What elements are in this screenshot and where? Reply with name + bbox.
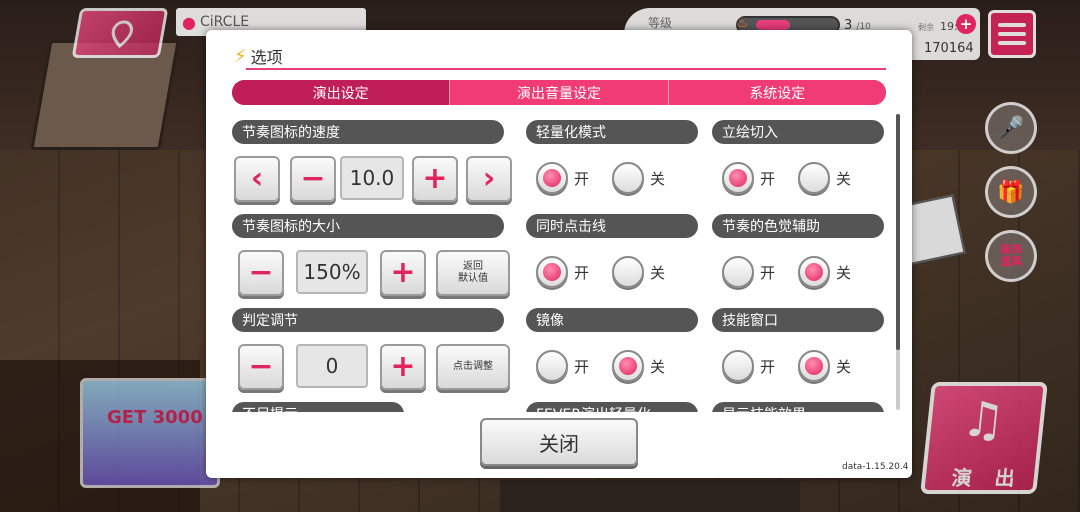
lightweight-mode-header: 轻量化模式	[526, 120, 698, 144]
energy-fill	[756, 20, 790, 30]
speed-increase-button[interactable]: +	[412, 156, 458, 202]
gift-button[interactable]: 🎁	[985, 166, 1037, 218]
title-divider	[246, 68, 886, 70]
options-dialog: ⚡ 选项 演出设定 演出音量设定 系统设定 节奏图标的速度 ‹ − 10.0 +…	[206, 30, 912, 478]
skill-window-on-radio[interactable]: 开	[722, 350, 775, 382]
event-promo-banner[interactable]: GET 3000	[80, 378, 220, 488]
skill-window-header: 技能窗口	[712, 308, 884, 332]
skill-window-off-radio[interactable]: 关	[798, 350, 851, 382]
radio-dot	[536, 350, 568, 382]
note-size-header: 节奏图标的大小	[232, 214, 504, 238]
shortage-hint-header: 不足提示	[232, 402, 404, 412]
radio-dot	[722, 350, 754, 382]
radio-dot	[798, 256, 830, 288]
size-increase-button[interactable]: +	[380, 250, 426, 296]
tab-system-settings[interactable]: 系统设定	[667, 80, 886, 105]
radio-dot	[612, 162, 644, 194]
color-assist-header: 节奏的色觉辅助	[712, 214, 884, 238]
lightweight-off-radio[interactable]: 关	[612, 162, 665, 194]
dialog-title-text: 选项	[250, 48, 283, 67]
note-size-value: 150%	[296, 250, 368, 294]
level-label: 等级	[648, 16, 673, 30]
microphone-icon: 🎤	[997, 115, 1025, 141]
add-energy-button[interactable]: +	[956, 14, 976, 34]
mic-button[interactable]: 🎤	[985, 102, 1037, 154]
simultaneous-line-header: 同时点击线	[526, 214, 698, 238]
portrait-cutin-off-radio[interactable]: 关	[798, 162, 851, 194]
lightweight-on-radio[interactable]: 开	[536, 162, 589, 194]
settings-scrollbar[interactable]	[896, 114, 900, 410]
mirror-off-radio[interactable]: 关	[612, 350, 665, 382]
location-name: CiRCLE	[199, 14, 250, 30]
tab-volume-settings[interactable]: 演出音量设定	[449, 80, 668, 105]
perform-button[interactable]: ♫ 演 出	[920, 382, 1048, 494]
note-speed-header: 节奏图标的速度	[232, 120, 504, 144]
simultaneous-line-on-radio[interactable]: 开	[536, 256, 589, 288]
portrait-cutin-header: 立绘切入	[712, 120, 884, 144]
portrait-cutin-on-radio[interactable]: 开	[722, 162, 775, 194]
judge-decrease-button[interactable]: −	[238, 344, 284, 390]
main-menu-button[interactable]	[988, 10, 1036, 58]
show-skill-effect-header: 显示技能效果	[712, 402, 884, 412]
scrollbar-thumb[interactable]	[896, 114, 900, 350]
note-speed-value: 10.0	[340, 156, 404, 200]
radio-dot	[536, 162, 568, 194]
judge-adjust-value: 0	[296, 344, 368, 388]
radio-dot	[536, 256, 568, 288]
tab-performance-settings[interactable]: 演出设定	[232, 80, 450, 105]
menu-icon-bar	[998, 32, 1026, 36]
flame-icon: ♨	[736, 15, 749, 31]
costume-button[interactable]: 装饰 道具	[985, 230, 1037, 282]
speed-decrease-button[interactable]: −	[290, 156, 336, 202]
radio-dot	[722, 256, 754, 288]
map-pin-icon	[111, 20, 134, 49]
simultaneous-line-off-radio[interactable]: 关	[612, 256, 665, 288]
map-button[interactable]	[71, 8, 169, 58]
judge-increase-button[interactable]: +	[380, 344, 426, 390]
perform-label: 演 出	[950, 466, 1025, 490]
mirror-on-radio[interactable]: 开	[536, 350, 589, 382]
coin-count: 170164	[924, 41, 974, 56]
version-label: data-1.15.20.4	[842, 462, 909, 472]
radio-dot	[612, 256, 644, 288]
options-tabs: 演出设定 演出音量设定 系统设定	[232, 80, 886, 105]
speed-increase-large-button[interactable]: ›	[466, 156, 512, 202]
color-assist-on-radio[interactable]: 开	[722, 256, 775, 288]
tap-adjust-button[interactable]: 点击调整	[436, 344, 510, 390]
mirror-header: 镜像	[526, 308, 698, 332]
promo-text: GET 3000	[107, 407, 203, 428]
radio-dot	[612, 350, 644, 382]
menu-icon-bar	[998, 23, 1026, 27]
radio-dot	[798, 350, 830, 382]
color-assist-off-radio[interactable]: 关	[798, 256, 851, 288]
size-decrease-button[interactable]: −	[238, 250, 284, 296]
background-floor	[500, 480, 800, 512]
dialog-title: ⚡ 选项	[234, 44, 283, 68]
reset-default-button[interactable]: 返回 默认值	[436, 250, 510, 296]
close-button[interactable]: 关闭	[480, 418, 638, 466]
menu-icon-bar	[998, 41, 1026, 45]
music-note-icon: ♫	[958, 392, 1008, 448]
judge-adjust-header: 判定调节	[232, 308, 504, 332]
location-pin-icon: ●	[182, 12, 196, 32]
settings-panel: 节奏图标的速度 ‹ − 10.0 + › 轻量化模式 开 关 立绘切入 开 关 …	[232, 118, 896, 412]
lightning-icon: ⚡	[234, 45, 247, 67]
radio-dot	[722, 162, 754, 194]
fever-lightweight-header: FEVER演出轻量化	[526, 402, 698, 412]
gift-icon: 🎁	[997, 179, 1025, 205]
radio-dot	[798, 162, 830, 194]
speed-decrease-large-button[interactable]: ‹	[234, 156, 280, 202]
